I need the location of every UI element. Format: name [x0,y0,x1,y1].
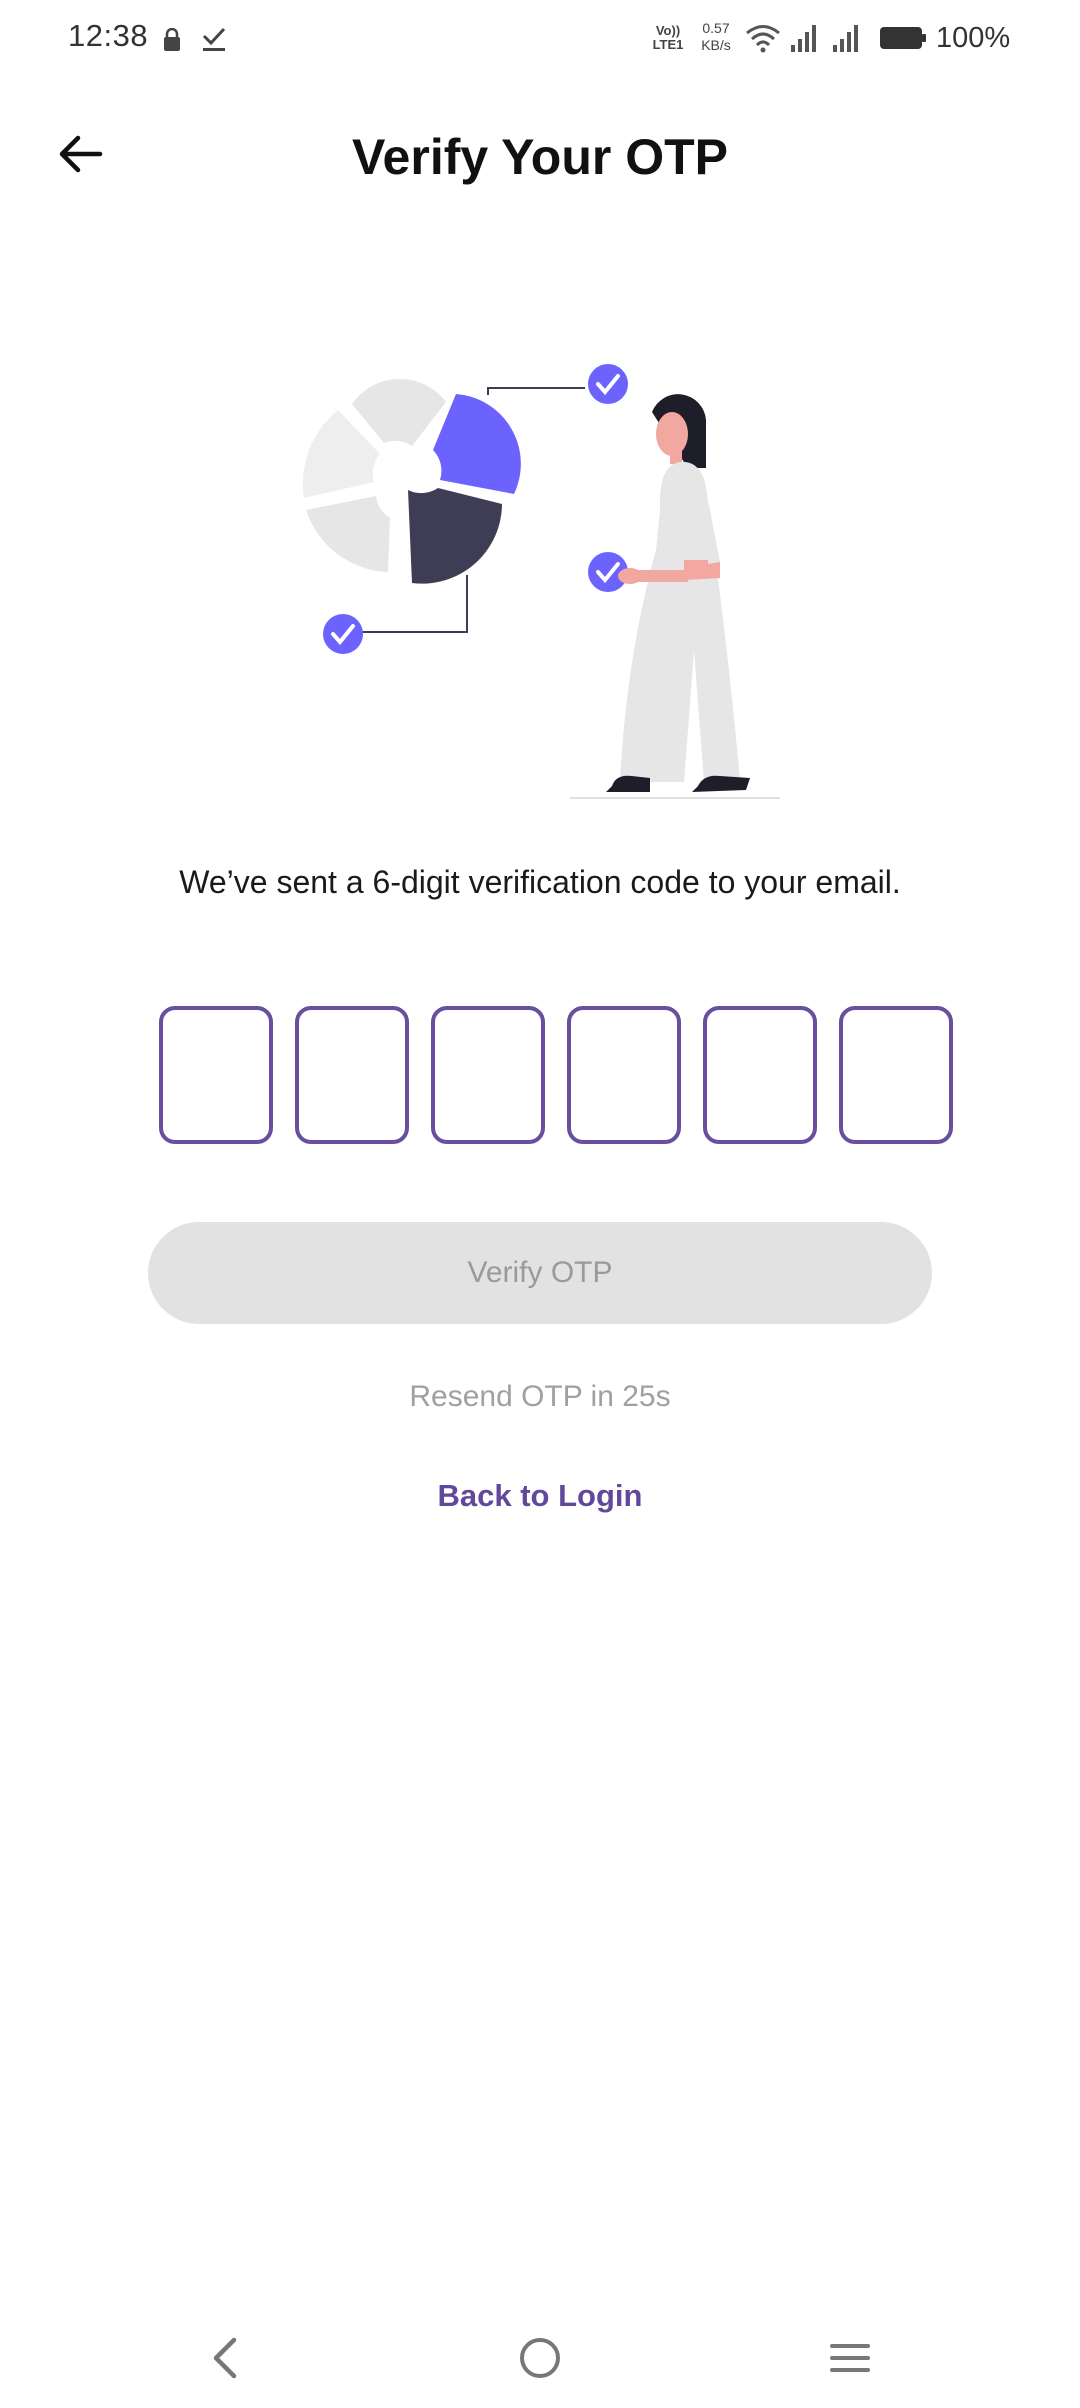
wifi-icon [746,25,780,53]
battery-percent: 100% [936,22,1011,54]
otp-digit-3[interactable] [431,1006,545,1144]
back-icon [213,2337,237,2379]
signal-icon [833,25,858,52]
network-speed-unit: KB/s [701,37,731,53]
otp-input-group [159,1006,953,1144]
menu-icon [830,2344,870,2372]
nav-back-button[interactable] [196,2328,256,2388]
home-icon [520,2338,560,2378]
resend-otp-countdown: Resend OTP in 25s [409,1380,671,1413]
status-bar: 12:38 Vo)) LTE1 0.57 KB/s 100% [0,0,1080,78]
battery-icon [880,27,926,49]
back-to-login-link[interactable]: Back to Login [0,1478,1080,1514]
network-speed-value: 0.57 [702,20,730,36]
otp-sent-message: We’ve sent a 6-digit verification code t… [179,864,901,900]
lock-icon [164,28,180,51]
otp-digit-5[interactable] [703,1006,817,1144]
network-speed: 0.57 KB/s [694,20,738,54]
download-done-icon [202,27,226,51]
status-time: 12:38 [68,18,149,53]
nav-home-button[interactable] [510,2328,570,2388]
verification-illustration [302,364,780,799]
otp-digit-4[interactable] [567,1006,681,1144]
otp-digit-2[interactable] [295,1006,409,1144]
nav-menu-button[interactable] [820,2328,880,2388]
verify-otp-button[interactable]: Verify OTP [148,1222,932,1324]
volte-indicator: Vo)) LTE1 [652,23,684,52]
system-nav-bar [0,2310,1080,2400]
signal-icon [791,25,816,52]
otp-digit-6[interactable] [839,1006,953,1144]
page-title: Verify Your OTP [351,129,729,185]
otp-digit-1[interactable] [159,1006,273,1144]
